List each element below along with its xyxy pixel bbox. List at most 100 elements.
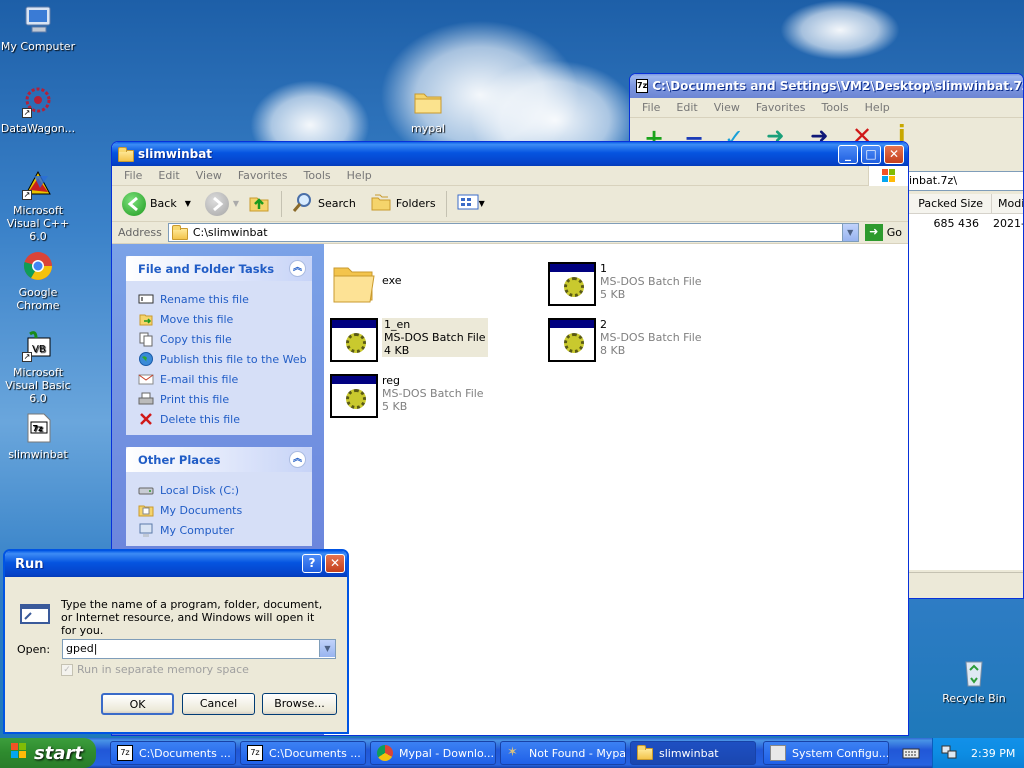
network-icon[interactable] [941, 744, 957, 763]
other-places-header[interactable]: Other Places ︽ [126, 447, 312, 472]
chevron-down-icon[interactable]: ▼ [841, 224, 858, 241]
menu-help[interactable]: Help [339, 169, 380, 182]
clock[interactable]: 2:39 PM [971, 747, 1015, 760]
other-places-panel: Other Places ︽ Local Disk (C:) My Docume… [126, 447, 312, 546]
task-print[interactable]: Print this file [138, 389, 312, 409]
search-label: Search [318, 197, 356, 210]
my-documents-icon [138, 502, 154, 518]
file-name: 2 [600, 318, 607, 331]
taskbar-item-mypal-notfound[interactable]: ✶ Not Found - Mypal [500, 741, 626, 765]
collapse-icon[interactable]: ︽ [289, 260, 306, 277]
task-label: Copy this file [160, 332, 232, 346]
desktop-icon-mypal[interactable]: mypal [388, 86, 468, 135]
open-input[interactable]: gped [66, 642, 94, 655]
menu-edit[interactable]: Edit [150, 169, 187, 182]
desktop-icon-my-computer[interactable]: My Computer [0, 4, 78, 53]
desktop-icon-recycle-bin[interactable]: Recycle Bin [934, 656, 1014, 705]
chevron-down-icon[interactable]: ▼ [185, 199, 191, 208]
collapse-icon[interactable]: ︽ [289, 451, 306, 468]
menu-view[interactable]: View [706, 101, 748, 114]
desktop-icon-visual-basic[interactable]: VB ↗ Microsoft Visual Basic 6.0 [0, 330, 78, 405]
task-copy[interactable]: Copy this file [138, 329, 312, 349]
sevenzip-statusbar [906, 572, 1023, 598]
place-my-computer[interactable]: My Computer [138, 520, 312, 540]
close-button[interactable]: ✕ [325, 554, 345, 573]
open-combobox[interactable]: gped| ▼ [62, 639, 336, 659]
taskbar-item-system-config[interactable]: System Configu... [763, 741, 889, 765]
menu-tools[interactable]: Tools [814, 101, 857, 114]
go-button[interactable]: ➜ Go [859, 224, 908, 241]
mypal-icon: ✶ [507, 745, 518, 760]
chevron-down-icon[interactable]: ▼ [319, 640, 335, 657]
file-item-2[interactable]: 2 MS-DOS Batch File 8 KB [548, 318, 702, 362]
menu-edit[interactable]: Edit [668, 101, 705, 114]
task-delete[interactable]: Delete this file [138, 409, 312, 429]
taskbar-item-7z-1[interactable]: 7z C:\Documents ... [110, 741, 236, 765]
chevron-down-icon[interactable]: ▼ [233, 199, 239, 208]
place-local-disk[interactable]: Local Disk (C:) [138, 480, 312, 500]
desktop-icon-chrome[interactable]: Google Chrome [0, 250, 78, 312]
desktop-icon-slimwinbat[interactable]: 7z slimwinbat [0, 412, 78, 461]
panel-title: Other Places [138, 452, 221, 467]
menu-tools[interactable]: Tools [296, 169, 339, 182]
place-my-documents[interactable]: My Documents [138, 500, 312, 520]
address-value: C:\slimwinbat [192, 226, 268, 239]
cancel-button[interactable]: Cancel [182, 693, 255, 715]
file-item-reg[interactable]: reg MS-DOS Batch File 5 KB [330, 374, 484, 418]
menu-view[interactable]: View [188, 169, 230, 182]
menu-favorites[interactable]: Favorites [748, 101, 814, 114]
ok-button[interactable]: OK [101, 693, 174, 715]
run-icon [19, 599, 51, 630]
keyboard-icon[interactable] [902, 745, 920, 761]
address-input[interactable]: C:\slimwinbat ▼ [167, 223, 859, 242]
file-name: 1 [600, 262, 607, 275]
maximize-button[interactable]: □ [861, 145, 881, 164]
browse-button[interactable]: Browse... [262, 693, 337, 715]
task-publish[interactable]: Publish this file to the Web [138, 349, 312, 369]
run-titlebar[interactable]: Run ? ✕ [5, 551, 347, 577]
folders-button[interactable]: Folders [366, 189, 440, 218]
system-config-icon [770, 745, 786, 761]
start-button[interactable]: start [0, 738, 96, 768]
forward-button[interactable]: ▼ [201, 190, 243, 218]
views-button[interactable]: ▼ [453, 191, 489, 216]
explorer-menubar: File Edit View Favorites Tools Help [112, 166, 908, 186]
folders-label: Folders [395, 197, 436, 210]
separate-memory-checkbox[interactable]: ✓ Run in separate memory space [61, 663, 249, 676]
up-folder-button[interactable] [243, 188, 275, 219]
menu-help[interactable]: Help [857, 101, 898, 114]
taskbar-item-slimwinbat[interactable]: slimwinbat [630, 741, 756, 765]
checkbox-label: Run in separate memory space [77, 663, 249, 676]
menu-file[interactable]: File [634, 101, 668, 114]
file-folder-tasks-header[interactable]: File and Folder Tasks ︽ [126, 256, 312, 281]
help-button[interactable]: ? [302, 554, 322, 573]
column-modified[interactable]: Modi [992, 194, 1023, 213]
sevenzip-titlebar[interactable]: 7z C:\Documents and Settings\VM2\Desktop… [630, 74, 1023, 98]
file-item-1[interactable]: 1 MS-DOS Batch File 5 KB [548, 262, 702, 306]
visual-cpp-icon: ↗ [22, 168, 54, 200]
menu-favorites[interactable]: Favorites [230, 169, 296, 182]
checkbox-icon: ✓ [61, 663, 73, 676]
file-size: 5 KB [382, 400, 408, 413]
file-item-exe[interactable]: exe [330, 262, 402, 306]
task-rename[interactable]: Rename this file [138, 289, 312, 309]
task-label: C:\Documents ... [139, 746, 231, 760]
taskbar-item-mypal-download[interactable]: Mypal - Downlo... [370, 741, 496, 765]
close-button[interactable]: ✕ [884, 145, 904, 164]
table-row[interactable]: 685 436 2021- [906, 214, 1023, 234]
desktop-icon-datawagon[interactable]: ↗ DataWagon... [0, 86, 78, 135]
task-move[interactable]: Move this file [138, 309, 312, 329]
run-dialog[interactable]: Run ? ✕ Type the name of a program, fold… [3, 549, 349, 734]
task-email[interactable]: E-mail this file [138, 369, 312, 389]
toolbar-separator [445, 190, 447, 217]
sevenzip-address[interactable]: inbat.7z\ [906, 171, 1023, 191]
search-button[interactable]: Search [288, 189, 360, 218]
column-packed-size[interactable]: Packed Size [906, 194, 992, 213]
file-item-1-en[interactable]: 1_en MS-DOS Batch File 4 KB [330, 318, 488, 362]
explorer-titlebar[interactable]: slimwinbat _ □ ✕ [112, 142, 908, 166]
back-button[interactable]: Back ▼ [118, 190, 195, 218]
minimize-button[interactable]: _ [838, 145, 858, 164]
menu-file[interactable]: File [116, 169, 150, 182]
desktop-icon-visual-cpp[interactable]: ↗ Microsoft Visual C++ 6.0 [0, 168, 78, 243]
taskbar-item-7z-2[interactable]: 7z C:\Documents ... [240, 741, 366, 765]
